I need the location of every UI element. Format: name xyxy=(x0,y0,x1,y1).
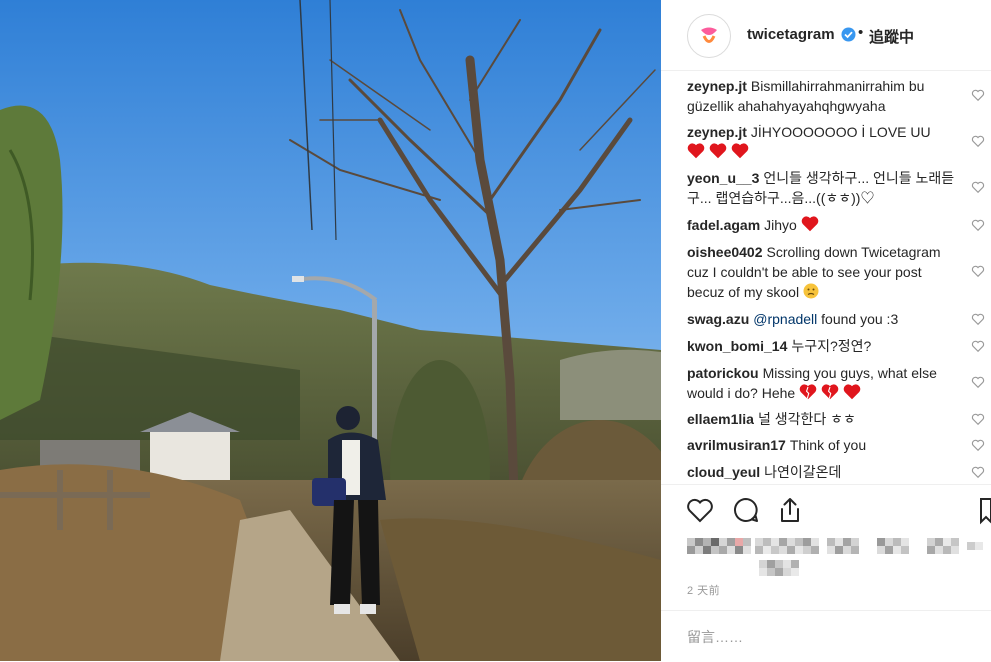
comment-like-heart-icon[interactable] xyxy=(971,438,985,452)
comment-item: oishee0402 Scrolling down Twicetagram cuz… xyxy=(687,242,957,302)
comment-text: 누구지?정연? xyxy=(791,338,872,354)
comment-username[interactable]: oishee0402 xyxy=(687,244,763,260)
comment-text: JİHYOOOOOOO İ LOVE UU xyxy=(750,124,931,140)
comment-text: Think of you xyxy=(789,437,867,453)
comment-item: zeynep.jt JİHYOOOOOOO İ LOVE UU xyxy=(687,122,957,162)
comment-like-heart-icon[interactable] xyxy=(971,465,985,479)
blurred-likes-region xyxy=(687,536,987,580)
comment-list: zeynep.jt Bismillahirrahmanirrahim bu güz… xyxy=(661,76,991,486)
comment-item: yeon_u__3 언니들 생각하구... 언니들 노래듣구... 랩연습하구..… xyxy=(687,168,957,208)
comment-item: avrilmusiran17 Think of you xyxy=(687,435,957,455)
comment-like-heart-icon[interactable] xyxy=(971,375,985,389)
post-side-panel: twicetagram • 追蹤中 zeynep.jt Bismillahirra… xyxy=(661,0,991,661)
red-heart-emoji-icon xyxy=(687,143,705,159)
comment-username[interactable]: ellaem1lia xyxy=(687,411,754,427)
twice-logo-icon xyxy=(701,27,717,43)
comment-item: ellaem1lia 널 생각한다 ㅎㅎ xyxy=(687,409,957,429)
red-heart-emoji-icon xyxy=(709,143,727,159)
share-icon[interactable] xyxy=(775,495,805,525)
speech-bubble-icon[interactable] xyxy=(731,495,761,525)
heart-outline-icon[interactable] xyxy=(685,495,715,525)
add-comment-area[interactable]: 留言…… xyxy=(661,610,991,662)
add-comment-placeholder[interactable]: 留言…… xyxy=(687,627,743,647)
heart-emoji-row xyxy=(687,143,749,160)
comment-item: kwon_bomi_14 누구지?정연? xyxy=(687,336,957,356)
post-timestamp[interactable]: 2 天前 xyxy=(687,582,720,598)
comment-like-heart-icon[interactable] xyxy=(971,339,985,353)
comment-item: zeynep.jt Bismillahirrahmanirrahim bu güz… xyxy=(687,76,957,116)
comment-item: patorickou Missing you guys, what else wo… xyxy=(687,363,957,403)
pixelated-likes-mosaic xyxy=(687,538,983,576)
comment-text: 나연이갈온데 xyxy=(764,464,842,480)
comment-text: 널 생각한다 ㅎㅎ xyxy=(757,411,856,427)
red-heart-emoji-icon xyxy=(731,143,749,159)
comment-text: found you :3 xyxy=(821,311,899,327)
comment-like-heart-icon[interactable] xyxy=(971,312,985,326)
comment-text: Jihyo xyxy=(764,217,797,233)
comment-item: swag.azu @rpnadell found you :3 xyxy=(687,309,957,329)
broken-heart-emoji-icon xyxy=(799,384,817,400)
comment-username[interactable]: kwon_bomi_14 xyxy=(687,338,787,354)
comment-username[interactable]: zeynep.jt xyxy=(687,124,747,140)
red-heart-emoji-icon xyxy=(843,384,861,400)
comment-username[interactable]: swag.azu xyxy=(687,311,749,327)
red-heart-emoji-icon xyxy=(801,216,819,232)
comment-like-heart-icon[interactable] xyxy=(971,180,985,194)
following-button[interactable]: 追蹤中 xyxy=(869,26,914,47)
verified-badge-icon xyxy=(841,27,856,42)
avatar[interactable] xyxy=(687,14,731,58)
comment-like-heart-icon[interactable] xyxy=(971,134,985,148)
comment-like-heart-icon[interactable] xyxy=(971,412,985,426)
broken-heart-emoji-icon xyxy=(821,384,839,400)
owner-username[interactable]: twicetagram xyxy=(747,26,835,43)
comment-username[interactable]: cloud_yeul xyxy=(687,464,760,480)
comment-username[interactable]: patorickou xyxy=(687,365,759,381)
comment-mention-link[interactable]: @rpnadell xyxy=(753,311,817,327)
comment-like-heart-icon[interactable] xyxy=(971,218,985,232)
comment-username[interactable]: fadel.agam xyxy=(687,217,760,233)
comment-username[interactable]: avrilmusiran17 xyxy=(687,437,786,453)
sad-face-emoji-icon xyxy=(803,283,819,299)
post-header: twicetagram • 追蹤中 xyxy=(661,0,991,71)
post-action-bar xyxy=(661,484,991,541)
instagram-post-view: twicetagram • 追蹤中 zeynep.jt Bismillahirra… xyxy=(0,0,991,661)
bookmark-icon[interactable] xyxy=(979,495,991,525)
comment-like-heart-icon[interactable] xyxy=(971,88,985,102)
comment-like-heart-icon[interactable] xyxy=(971,264,985,278)
photo-scene xyxy=(0,0,661,661)
comment-item: cloud_yeul 나연이갈온데 xyxy=(687,462,957,482)
comment-username[interactable]: yeon_u__3 xyxy=(687,170,759,186)
comment-username[interactable]: zeynep.jt xyxy=(687,78,747,94)
post-photo[interactable] xyxy=(0,0,661,661)
comment-item: fadel.agam Jihyo xyxy=(687,215,957,235)
separator-dot: • xyxy=(858,24,864,41)
